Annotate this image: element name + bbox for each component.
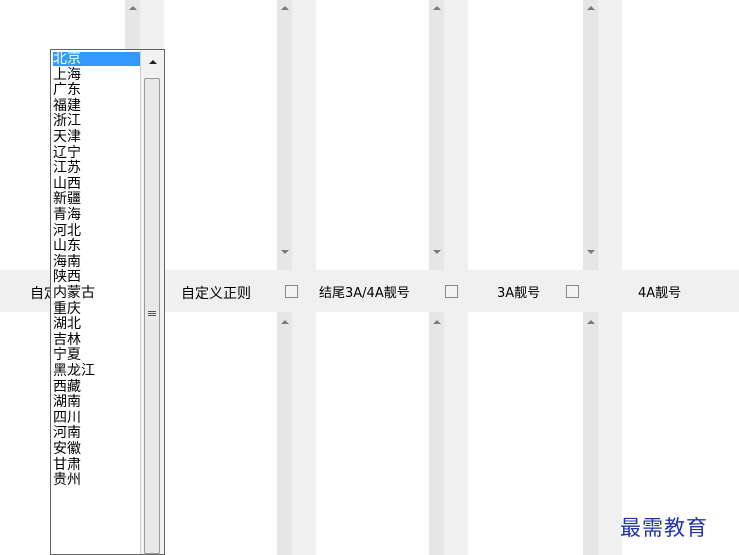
province-option[interactable]: 江苏 — [53, 161, 143, 175]
province-option[interactable]: 海南 — [53, 255, 143, 269]
province-option[interactable]: 吉林 — [53, 333, 143, 347]
province-option[interactable]: 河南 — [53, 426, 143, 440]
top-panel-2[interactable] — [164, 0, 276, 270]
bottom-panel-2-scrollbar[interactable] — [276, 312, 292, 555]
scroll-up-icon[interactable] — [587, 6, 595, 10]
bottom-panel-2[interactable] — [164, 312, 276, 555]
province-option[interactable]: 湖南 — [53, 395, 143, 409]
province-option[interactable]: 陕西 — [53, 270, 143, 284]
province-option[interactable]: 北京 — [53, 52, 143, 66]
province-option[interactable]: 河北 — [53, 224, 143, 238]
scroll-up-icon[interactable] — [281, 6, 289, 10]
bottom-panel-4[interactable] — [468, 312, 582, 555]
3a-checkbox[interactable] — [566, 285, 579, 298]
province-option[interactable]: 浙江 — [53, 114, 143, 128]
top-panel-5[interactable] — [622, 0, 739, 270]
province-option[interactable]: 重庆 — [53, 302, 143, 316]
province-dropdown-list[interactable]: 北京上海 广东福建 浙江天津辽宁 江苏山西 新疆青海河北 山东海南 陕西内蒙古重庆 湖北吉林宁… — [50, 49, 165, 555]
suffix-3a4a-label: 结尾3A/4A靓号 — [319, 286, 410, 301]
3a-label: 3A靓号 — [497, 286, 541, 301]
province-option[interactable]: 福建 — [53, 99, 143, 113]
grip-line — [148, 313, 156, 314]
province-option[interactable]: 广东 — [53, 83, 143, 97]
province-option[interactable]: 山西 — [53, 177, 143, 191]
province-option[interactable]: 宁夏 — [53, 348, 143, 362]
province-option[interactable]: 黑龙江 — [53, 364, 143, 378]
scroll-thumb[interactable] — [144, 78, 160, 554]
province-option[interactable]: 甘肃 — [53, 458, 143, 472]
province-option[interactable]: 内蒙古 — [53, 286, 143, 300]
dropdown-scrollbar[interactable] — [140, 50, 164, 554]
scroll-up-icon[interactable] — [129, 6, 137, 10]
grip-line — [148, 315, 156, 316]
province-option[interactable]: 上海 — [53, 68, 143, 82]
4a-label: 4A靓号 — [638, 286, 682, 301]
province-option[interactable]: 新疆 — [53, 192, 143, 206]
province-option[interactable]: 西藏 — [53, 380, 143, 394]
bottom-panel-3-scrollbar[interactable] — [428, 312, 444, 555]
top-panel-3[interactable] — [316, 0, 428, 270]
top-panel-2-scrollbar[interactable] — [276, 0, 292, 270]
province-option[interactable]: 湖北 — [53, 317, 143, 331]
custom-regex-checkbox[interactable] — [285, 285, 298, 298]
province-option[interactable]: 四川 — [53, 411, 143, 425]
bottom-panel-3[interactable] — [316, 312, 428, 555]
scroll-down-icon[interactable] — [433, 250, 441, 254]
bottom-panel-4-scrollbar[interactable] — [582, 312, 598, 555]
scroll-down-icon[interactable] — [281, 250, 289, 254]
top-panel-4-scrollbar[interactable] — [582, 0, 598, 270]
province-option[interactable]: 天津 — [53, 130, 143, 144]
watermark-text: 最需教育 — [620, 516, 708, 540]
province-option[interactable]: 辽宁 — [53, 146, 143, 160]
scroll-down-icon[interactable] — [587, 250, 595, 254]
top-panel-4[interactable] — [468, 0, 582, 270]
scroll-up-icon[interactable] — [281, 320, 289, 324]
scroll-up-icon[interactable] — [433, 320, 441, 324]
top-panel-3-scrollbar[interactable] — [428, 0, 444, 270]
scroll-up-icon[interactable] — [149, 60, 157, 64]
province-option[interactable]: 山东 — [53, 239, 143, 253]
custom-regex-label: 自定义正则 — [181, 286, 251, 302]
grip-line — [148, 311, 156, 312]
scroll-up-icon[interactable] — [433, 6, 441, 10]
province-option[interactable]: 安徽 — [53, 442, 143, 456]
suffix-3a4a-checkbox[interactable] — [445, 285, 458, 298]
scroll-up-icon[interactable] — [587, 320, 595, 324]
province-option[interactable]: 贵州 — [53, 473, 143, 487]
province-option[interactable]: 青海 — [53, 208, 143, 222]
